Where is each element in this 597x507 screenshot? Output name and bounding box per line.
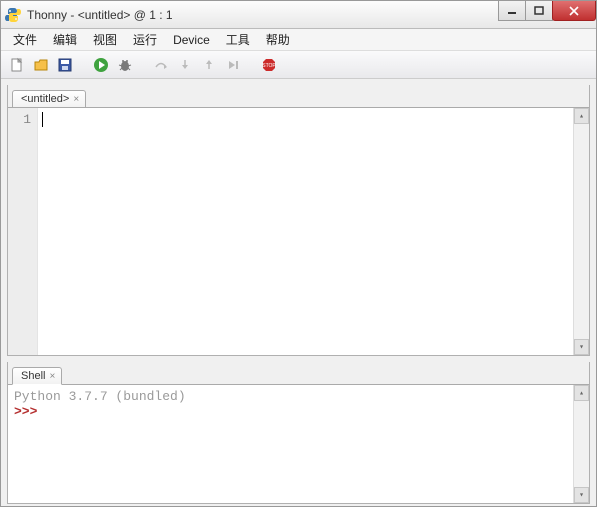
shell-pane: Shell × Python 3.7.7 (bundled) >>> ▴ ▾ bbox=[7, 362, 590, 504]
shell-tabstrip: Shell × bbox=[8, 362, 589, 384]
app-icon bbox=[5, 7, 21, 23]
menu-file[interactable]: 文件 bbox=[5, 29, 45, 50]
shell-tab-label: Shell bbox=[21, 370, 45, 382]
editor-scrollbar[interactable]: ▴ ▾ bbox=[573, 108, 589, 355]
line-number: 1 bbox=[8, 112, 31, 127]
close-icon[interactable]: × bbox=[49, 371, 55, 382]
stop-icon[interactable]: STOP bbox=[259, 55, 279, 75]
menu-tools[interactable]: 工具 bbox=[218, 29, 258, 50]
run-icon[interactable] bbox=[91, 55, 111, 75]
shell-banner: Python 3.7.7 (bundled) bbox=[14, 389, 567, 404]
menubar: 文件 编辑 视图 运行 Device 工具 帮助 bbox=[1, 29, 596, 51]
step-out-icon[interactable] bbox=[199, 55, 219, 75]
close-button[interactable] bbox=[552, 1, 596, 21]
editor-body: 1 ▴ ▾ bbox=[8, 107, 589, 355]
content-area: <untitled> × 1 ▴ ▾ Shell × Python 3.7.7 … bbox=[1, 79, 596, 506]
editor-pane: <untitled> × 1 ▴ ▾ bbox=[7, 85, 590, 356]
scroll-up-icon[interactable]: ▴ bbox=[574, 385, 589, 401]
save-icon[interactable] bbox=[55, 55, 75, 75]
debug-icon[interactable] bbox=[115, 55, 135, 75]
line-gutter: 1 bbox=[8, 108, 38, 355]
editor-tab-label: <untitled> bbox=[21, 93, 69, 105]
minimize-button[interactable] bbox=[498, 1, 526, 21]
menu-run[interactable]: 运行 bbox=[125, 29, 165, 50]
menu-help[interactable]: 帮助 bbox=[258, 29, 298, 50]
text-caret bbox=[42, 112, 43, 127]
step-into-icon[interactable] bbox=[175, 55, 195, 75]
maximize-button[interactable] bbox=[525, 1, 553, 21]
menu-view[interactable]: 视图 bbox=[85, 29, 125, 50]
editor-tabstrip: <untitled> × bbox=[8, 85, 589, 107]
close-icon[interactable]: × bbox=[73, 94, 79, 105]
window-title: Thonny - <untitled> @ 1 : 1 bbox=[27, 8, 173, 22]
scroll-up-icon[interactable]: ▴ bbox=[574, 108, 589, 124]
shell-prompt: >>> bbox=[14, 404, 37, 419]
shell-scrollbar[interactable]: ▴ ▾ bbox=[573, 385, 589, 503]
menu-device[interactable]: Device bbox=[165, 31, 218, 49]
code-area[interactable] bbox=[38, 108, 573, 355]
toolbar: STOP bbox=[1, 51, 596, 79]
scroll-down-icon[interactable]: ▾ bbox=[574, 339, 589, 355]
shell-text-area[interactable]: Python 3.7.7 (bundled) >>> bbox=[8, 385, 573, 503]
shell-body: Python 3.7.7 (bundled) >>> ▴ ▾ bbox=[8, 384, 589, 503]
resume-icon[interactable] bbox=[223, 55, 243, 75]
open-file-icon[interactable] bbox=[31, 55, 51, 75]
scroll-down-icon[interactable]: ▾ bbox=[574, 487, 589, 503]
titlebar: Thonny - <untitled> @ 1 : 1 bbox=[1, 1, 596, 29]
shell-tab[interactable]: Shell × bbox=[12, 367, 62, 385]
editor-tab[interactable]: <untitled> × bbox=[12, 90, 86, 108]
new-file-icon[interactable] bbox=[7, 55, 27, 75]
step-over-icon[interactable] bbox=[151, 55, 171, 75]
menu-edit[interactable]: 编辑 bbox=[45, 29, 85, 50]
window-controls bbox=[499, 1, 596, 21]
svg-text:STOP: STOP bbox=[262, 63, 276, 69]
